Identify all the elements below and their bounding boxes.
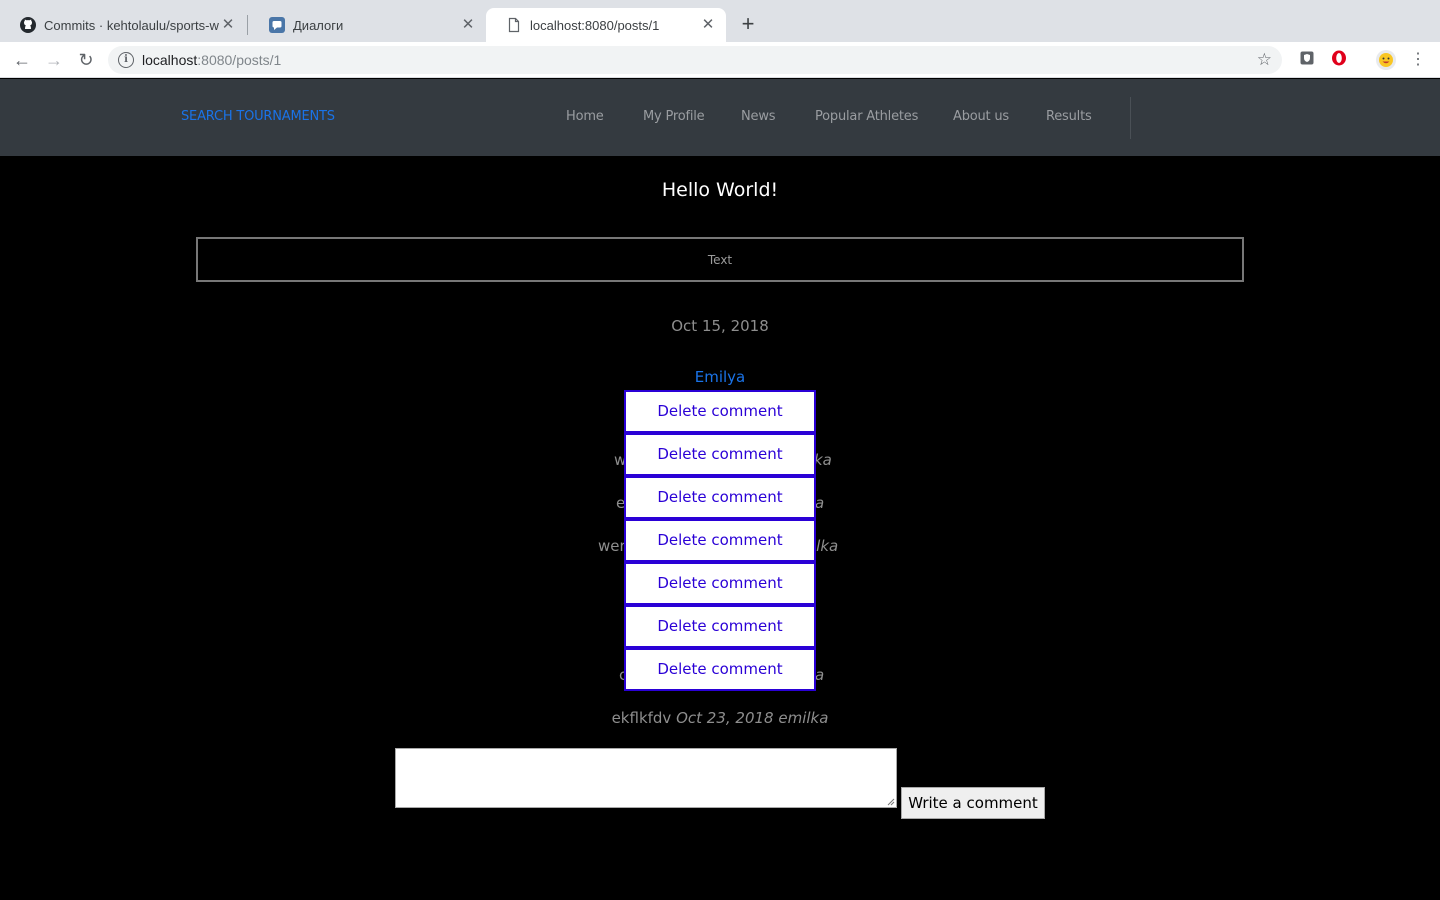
resize-grip-icon[interactable]	[887, 798, 895, 806]
delete-comment-button[interactable]: Delete comment	[624, 605, 816, 648]
tab-title: localhost:8080/posts/1	[530, 17, 660, 33]
delete-comment-button[interactable]: Delete comment	[624, 519, 816, 562]
delete-comment-button[interactable]: Delete comment	[624, 648, 816, 691]
browser-tab-github[interactable]: Commits · kehtolaulu/sports-w ✕	[0, 8, 246, 42]
delete-comment-button[interactable]: Delete comment	[624, 476, 816, 519]
delete-comment-button[interactable]: Delete comment	[624, 433, 816, 476]
bookmark-star-icon[interactable]: ☆	[1257, 50, 1272, 70]
nav-results[interactable]: Results	[1046, 109, 1092, 124]
url-host: localhost	[142, 52, 198, 68]
github-icon	[20, 17, 36, 33]
comment-meta: a	[815, 494, 825, 512]
back-arrow-icon[interactable]: ←	[10, 48, 34, 72]
extension-shield-icon[interactable]	[1297, 50, 1317, 70]
write-comment-button[interactable]: Write a comment	[901, 787, 1045, 819]
url-path: :8080/posts/1	[197, 52, 282, 68]
tab-title: Commits · kehtolaulu/sports-w	[44, 17, 219, 33]
delete-comment-button[interactable]: Delete comment	[624, 390, 816, 433]
browser-tab-dialogs[interactable]: Диалоги ✕	[249, 8, 486, 42]
close-tab-icon[interactable]: ✕	[220, 17, 236, 33]
opera-icon[interactable]	[1329, 50, 1349, 70]
nav-home[interactable]: Home	[566, 109, 604, 124]
delete-comment-button[interactable]: Delete comment	[624, 562, 816, 605]
forward-arrow-icon[interactable]: →	[42, 48, 66, 72]
nav-divider	[1130, 97, 1131, 139]
profile-avatar-icon[interactable]	[1376, 50, 1396, 70]
post-title: Hello World!	[661, 179, 779, 201]
browser-tab-strip: Commits · kehtolaulu/sports-w ✕ Диалоги …	[0, 0, 1440, 42]
new-tab-icon[interactable]: +	[736, 12, 760, 36]
close-tab-icon[interactable]: ✕	[460, 17, 476, 33]
delete-comment-list: Delete comment Delete comment Delete com…	[624, 390, 816, 691]
menu-kebab-icon[interactable]: ⋮	[1408, 50, 1428, 70]
post-date: Oct 15, 2018	[671, 317, 769, 335]
browser-tab-active[interactable]: localhost:8080/posts/1 ✕	[486, 8, 726, 42]
nav-news[interactable]: News	[741, 109, 776, 124]
post-author-link[interactable]: Emilya	[0, 368, 1440, 386]
nav-my-profile[interactable]: My Profile	[643, 109, 705, 124]
comment-body: ekflkfdv	[611, 709, 672, 727]
site-navbar: SEARCH TOURNAMENTS Home My Profile News …	[0, 79, 1440, 156]
address-bar[interactable]: i localhost:8080/posts/1 ☆	[108, 46, 1282, 74]
post-text: Text	[196, 237, 1244, 282]
chat-icon	[269, 17, 285, 33]
brand-link[interactable]: SEARCH TOURNAMENTS	[181, 109, 335, 124]
comment-body: wer	[598, 537, 626, 555]
close-tab-icon[interactable]: ✕	[700, 17, 716, 33]
tab-title: Диалоги	[293, 17, 344, 33]
info-icon[interactable]: i	[118, 52, 134, 68]
nav-about-us[interactable]: About us	[953, 109, 1009, 124]
comment-meta: a	[815, 666, 825, 684]
page-icon	[506, 17, 522, 33]
comment-item: ekflkfdv Oct 23, 2018 emilka	[0, 709, 1440, 727]
browser-toolbar: ← → ↻ i localhost:8080/posts/1 ☆ ⋮	[0, 42, 1440, 78]
comment-textarea[interactable]	[395, 748, 897, 808]
reload-icon[interactable]: ↻	[74, 48, 98, 72]
post-text-content: Text	[707, 252, 733, 267]
nav-popular-athletes[interactable]: Popular Athletes	[815, 109, 918, 124]
comment-meta: Oct 23, 2018 emilka	[676, 709, 829, 727]
comment-meta: ka	[814, 451, 832, 469]
tab-separator	[247, 15, 248, 35]
